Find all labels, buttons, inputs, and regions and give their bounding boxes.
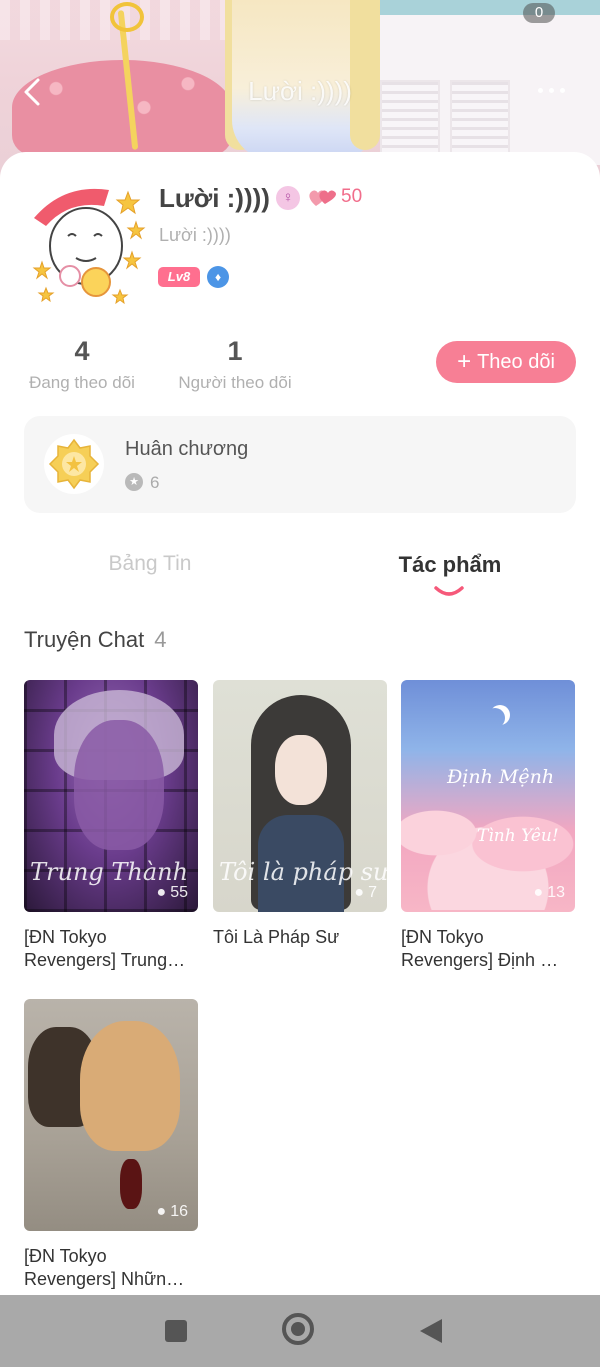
work-thumbnail[interactable]: Tôi là pháp sư ● 7 (213, 680, 387, 912)
hearts-count: 50 (341, 186, 363, 207)
work-card[interactable]: Định Mệnh Tình Yêu! ● 13 [ĐN Tokyo Reveng… (401, 680, 575, 972)
work-title[interactable]: [ĐN Tokyo Revengers] Định … (401, 926, 575, 972)
notification-count-badge: 0 (523, 3, 555, 23)
following-stat[interactable]: 4 Đang theo dõi (24, 336, 140, 393)
star-icon: ★ (125, 473, 143, 491)
avatar[interactable] (24, 178, 152, 306)
flame-icon: ● (156, 1203, 167, 1220)
work-overlay-text: Tôi là pháp sư (219, 858, 387, 886)
medal-panel[interactable]: Huân chương ★ 6 (24, 416, 576, 513)
female-gender-icon: ♀ (276, 186, 300, 210)
triangle-back-icon (420, 1319, 442, 1343)
work-views: ● 7 (354, 884, 377, 901)
flame-icon: ● (354, 884, 365, 901)
banner-wand-head (110, 2, 144, 32)
follow-button[interactable]: + Theo dõi (436, 341, 576, 383)
work-overlay-text: Định Mệnh (447, 766, 555, 788)
work-card[interactable]: Tôi là pháp sư ● 7 Tôi Là Pháp Sư (213, 680, 387, 949)
hearts-icon (307, 186, 337, 208)
more-dots-icon (538, 88, 543, 93)
medal-icon (44, 434, 104, 494)
more-button[interactable] (538, 80, 578, 100)
header-title: Lười :)))) (248, 76, 352, 106)
work-views: ● 13 (533, 884, 565, 901)
work-overlay-text: Trung Thành (30, 858, 189, 886)
recents-button[interactable] (158, 1313, 194, 1349)
system-back-button[interactable] (414, 1313, 450, 1349)
followers-label: Người theo dõi (178, 373, 292, 392)
chevron-left-icon (24, 78, 40, 106)
home-button[interactable] (282, 1313, 318, 1349)
circle-icon (282, 1313, 314, 1345)
profile-subname: Lười :)))) (159, 225, 231, 245)
section-chat-stories: Truyện Chat 4 (24, 627, 167, 653)
tab-feed[interactable]: Bảng Tin (90, 552, 210, 576)
followers-stat[interactable]: 1 Người theo dõi (172, 336, 298, 393)
system-navigation-bar (0, 1295, 600, 1367)
work-card[interactable]: ● 16 [ĐN Tokyo Revengers] Nhữn… (24, 999, 198, 1291)
medal-count: 6 (150, 473, 160, 492)
work-thumbnail[interactable]: Định Mệnh Tình Yêu! ● 13 (401, 680, 575, 912)
section-title: Truyện Chat (24, 627, 145, 652)
work-title[interactable]: [ĐN Tokyo Revengers] Nhữn… (24, 1245, 198, 1291)
work-card[interactable]: Trung Thành ● 55 [ĐN Tokyo Revengers] Tru… (24, 680, 198, 972)
back-button[interactable] (18, 74, 50, 110)
work-title[interactable]: [ĐN Tokyo Revengers] Trung… (24, 926, 198, 972)
work-views: ● 55 (156, 884, 188, 901)
following-label: Đang theo dõi (29, 373, 135, 392)
square-icon (165, 1320, 187, 1342)
tab-works[interactable]: Tác phẩm (385, 552, 515, 578)
profile-name: Lười :)))) (159, 183, 270, 213)
work-thumbnail[interactable]: ● 16 (24, 999, 198, 1231)
follow-button-label: Theo dõi (477, 351, 555, 373)
medal-title: Huân chương (125, 438, 249, 460)
work-thumbnail[interactable]: Trung Thành ● 55 (24, 680, 198, 912)
verified-badge-icon[interactable]: ♦ (207, 266, 229, 288)
flame-icon: ● (533, 884, 544, 901)
section-count: 4 (154, 627, 167, 652)
followers-count: 1 (227, 336, 243, 366)
tab-active-indicator (434, 586, 464, 596)
plus-icon: + (457, 348, 472, 375)
work-views: ● 16 (156, 1203, 188, 1220)
level-badge: Lv8 (158, 267, 200, 287)
following-count: 4 (74, 336, 90, 366)
work-overlay-text: Tình Yêu! (477, 826, 559, 846)
flame-icon: ● (156, 884, 167, 901)
work-title[interactable]: Tôi Là Pháp Sư (213, 926, 387, 949)
